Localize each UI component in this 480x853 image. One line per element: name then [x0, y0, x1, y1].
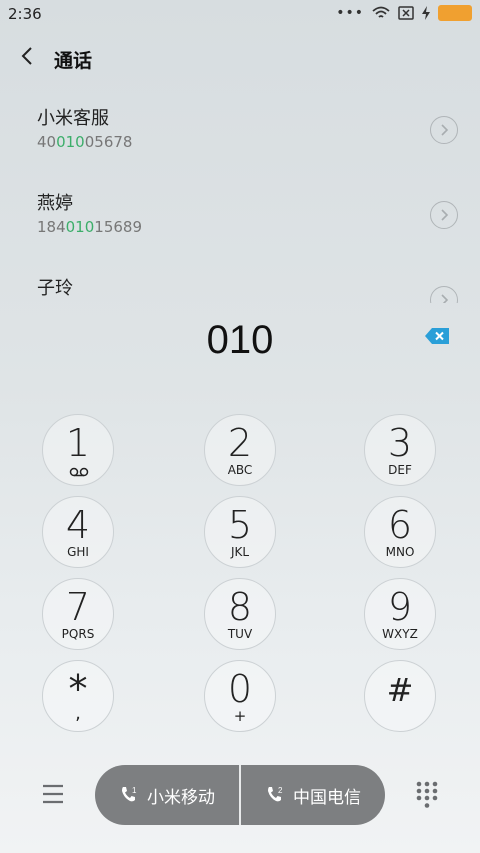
key-digit: # — [386, 671, 414, 709]
call-sim2-label: 中国电信 — [293, 787, 361, 808]
number-match: 010 — [65, 218, 95, 236]
key-letters: TUV — [227, 627, 253, 641]
key-digit: 5 — [227, 503, 253, 547]
key-2[interactable]: 2 ABC — [204, 414, 276, 486]
key-4[interactable]: 4 GHI — [42, 496, 114, 568]
svg-text:1: 1 — [132, 786, 137, 795]
contact-name: 小米客服 — [37, 108, 109, 129]
chevron-right-icon — [441, 294, 449, 303]
key-6[interactable]: 6 MNO — [364, 496, 436, 568]
page-title: 通话 — [54, 50, 93, 72]
key-letters: PQRS — [61, 627, 95, 641]
key-digit: 9 — [387, 585, 413, 629]
contact-number: 4001005678 — [37, 133, 132, 151]
back-arrow-icon[interactable] — [16, 44, 40, 68]
number-suffix: 15689 — [94, 218, 142, 236]
contact-name: 子玲 — [37, 278, 73, 299]
key-3[interactable]: 3 DEF — [364, 414, 436, 486]
wifi-icon — [372, 6, 390, 18]
chevron-right-icon — [441, 124, 449, 136]
backspace-icon[interactable] — [424, 327, 450, 345]
phone-sim1-icon: 1 — [122, 786, 137, 802]
key-8[interactable]: 8 TUV — [204, 578, 276, 650]
charging-icon — [422, 6, 430, 20]
svg-text:2: 2 — [278, 786, 283, 795]
key-letters: + — [233, 707, 247, 725]
key-hash[interactable]: # — [364, 660, 436, 732]
key-9[interactable]: 9 WXYZ — [364, 578, 436, 650]
key-digit: 0 — [227, 667, 253, 711]
bottom-bar: 1 小米移动 2 中国电信 — [0, 765, 480, 827]
status-time: 2:36 — [8, 5, 42, 23]
key-0[interactable]: 0 + — [204, 660, 276, 732]
key-letters: JKL — [230, 545, 250, 559]
call-sim1-button[interactable]: 1 小米移动 — [95, 765, 239, 825]
more-dots-icon: ••• — [336, 5, 364, 21]
contact-name: 燕婷 — [37, 193, 73, 214]
key-letters: ABC — [227, 463, 253, 477]
number-prefix: 184 — [37, 218, 66, 236]
key-letters: WXYZ — [382, 627, 418, 641]
menu-icon[interactable] — [42, 783, 64, 805]
key-letters: MNO — [385, 545, 415, 559]
number-match: 010 — [56, 133, 85, 151]
contact-detail-button[interactable] — [430, 116, 458, 144]
call-sim1-label: 小米移动 — [147, 787, 215, 808]
status-bar: 2:36 ••• — [0, 0, 480, 28]
call-button-group: 1 小米移动 2 中国电信 — [95, 765, 385, 825]
chevron-right-icon — [441, 209, 449, 221]
key-digit: 7 — [65, 585, 91, 629]
key-1[interactable]: 1 — [42, 414, 114, 486]
key-7[interactable]: 7 PQRS — [42, 578, 114, 650]
key-star[interactable]: * , — [42, 660, 114, 732]
key-letters: GHI — [67, 545, 89, 559]
phone-sim2-icon: 2 — [268, 786, 283, 802]
key-digit: 3 — [387, 421, 413, 465]
contact-detail-button[interactable] — [430, 201, 458, 229]
list-item[interactable]: 燕婷 18401015689 — [0, 173, 480, 258]
list-item[interactable]: 子玲 — [0, 258, 480, 303]
key-digit: 8 — [227, 585, 253, 629]
list-item[interactable]: 小米客服 4001005678 — [0, 88, 480, 173]
key-digit: 2 — [227, 421, 253, 465]
key-letters: , — [75, 703, 81, 724]
header: 通话 — [0, 38, 480, 78]
contact-suggestion-list[interactable]: 小米客服 4001005678 燕婷 18401015689 子玲 — [0, 88, 480, 303]
key-digit: 1 — [65, 421, 91, 465]
voicemail-icon — [69, 467, 89, 477]
key-letters: DEF — [388, 463, 412, 477]
status-icons: ••• — [336, 5, 472, 21]
battery-icon — [438, 5, 472, 21]
key-digit: 6 — [387, 503, 413, 547]
dialed-number-display: 010 — [206, 318, 274, 362]
contact-number: 18401015689 — [37, 218, 142, 236]
keypad-toggle-icon[interactable] — [416, 781, 438, 809]
number-suffix: 05678 — [84, 133, 133, 151]
number-prefix: 40 — [37, 133, 57, 151]
key-digit: 4 — [65, 503, 91, 547]
contact-detail-button[interactable] — [430, 286, 458, 303]
key-5[interactable]: 5 JKL — [204, 496, 276, 568]
no-sim-icon — [398, 6, 414, 20]
call-sim2-button[interactable]: 2 中国电信 — [241, 765, 385, 825]
